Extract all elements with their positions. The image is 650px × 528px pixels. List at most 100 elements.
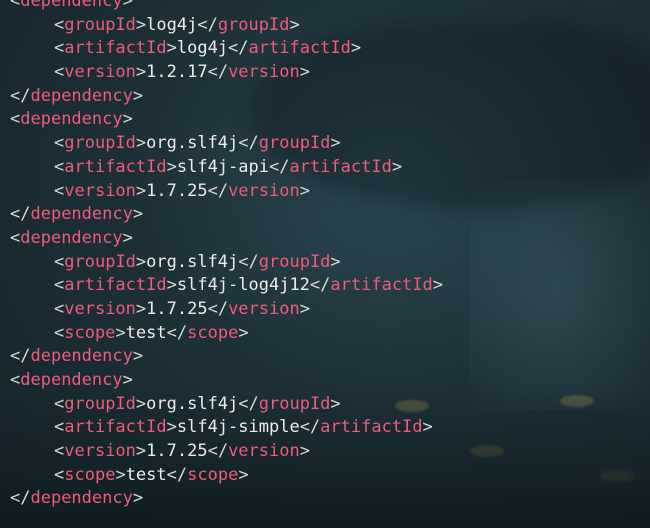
xml-tag-name: version bbox=[64, 298, 136, 319]
open-bracket: </ bbox=[309, 275, 331, 296]
close-bracket: > bbox=[135, 133, 147, 154]
close-bracket: > bbox=[115, 464, 126, 485]
code-line-version[interactable]: <version>1.7.25</version> bbox=[0, 440, 650, 464]
xml-tag-name: groupId bbox=[258, 133, 331, 154]
close-bracket: > bbox=[330, 393, 341, 414]
open-bracket: < bbox=[54, 322, 65, 343]
code-line-groupId[interactable]: <groupId>org.slf4j</groupId> bbox=[0, 132, 650, 156]
xml-tag-value: test bbox=[125, 322, 167, 343]
code-line-open-dependency[interactable]: <dependency> bbox=[0, 0, 650, 14]
open-bracket: </ bbox=[10, 488, 31, 509]
code-line-scope[interactable]: <scope>test</scope> bbox=[0, 464, 650, 488]
code-line-open-dependency[interactable]: <dependency> bbox=[0, 369, 650, 393]
close-bracket: > bbox=[122, 370, 133, 390]
close-bracket: > bbox=[122, 227, 133, 248]
open-bracket: < bbox=[54, 251, 65, 272]
xml-tag-value: log4j bbox=[176, 38, 229, 59]
close-bracket: > bbox=[330, 133, 341, 154]
code-line-artifactId[interactable]: <artifactId>log4j</artifactId> bbox=[0, 37, 650, 61]
close-bracket: > bbox=[238, 322, 249, 343]
open-bracket: </ bbox=[166, 464, 188, 485]
xml-tag-name: version bbox=[228, 441, 300, 462]
code-line-version[interactable]: <version>1.7.25</version> bbox=[0, 298, 650, 322]
xml-tag-name: dependency bbox=[30, 204, 133, 225]
close-bracket: > bbox=[238, 464, 249, 485]
code-line-close-dependency[interactable]: </dependency> bbox=[0, 345, 650, 369]
open-bracket: < bbox=[54, 417, 65, 438]
code-line-version[interactable]: <version>1.7.25</version> bbox=[0, 180, 650, 204]
close-bracket: > bbox=[135, 298, 147, 319]
xml-tag-name: version bbox=[228, 62, 300, 83]
xml-tag-name: scope bbox=[187, 322, 239, 343]
open-bracket: </ bbox=[268, 156, 290, 177]
xml-tag-name: version bbox=[228, 298, 300, 319]
code-line-groupId[interactable]: <groupId>org.slf4j</groupId> bbox=[0, 251, 650, 275]
code-line-close-dependency[interactable]: </dependency> bbox=[0, 203, 650, 227]
close-bracket: > bbox=[299, 180, 310, 201]
code-line-artifactId[interactable]: <artifactId>slf4j-api</artifactId> bbox=[0, 156, 650, 180]
close-bracket: > bbox=[135, 62, 147, 83]
close-bracket: > bbox=[132, 488, 144, 509]
xml-tag-name: scope bbox=[64, 322, 116, 343]
open-bracket: < bbox=[54, 180, 65, 201]
code-line-close-dependency[interactable]: </dependency> bbox=[0, 487, 650, 511]
xml-tag-name: artifactId bbox=[64, 275, 167, 296]
xml-tag-value: slf4j-api bbox=[176, 156, 269, 177]
xml-tag-value: org.slf4j bbox=[146, 133, 239, 154]
close-bracket: > bbox=[299, 441, 310, 462]
open-bracket: </ bbox=[207, 441, 229, 462]
xml-tag-name: artifactId bbox=[320, 417, 423, 438]
open-bracket: </ bbox=[207, 298, 229, 319]
close-bracket: > bbox=[330, 251, 341, 272]
xml-tag-name: dependency bbox=[30, 85, 133, 106]
open-bracket: < bbox=[54, 133, 65, 154]
xml-tag-name: groupId bbox=[258, 393, 331, 414]
close-bracket: > bbox=[166, 156, 177, 177]
open-bracket: < bbox=[54, 298, 65, 319]
close-bracket: > bbox=[132, 346, 144, 367]
close-bracket: > bbox=[135, 14, 147, 35]
close-bracket: > bbox=[135, 180, 147, 201]
xml-tag-name: artifactId bbox=[289, 156, 392, 177]
xml-tag-value: org.slf4j bbox=[146, 393, 239, 414]
code-line-artifactId[interactable]: <artifactId>slf4j-log4j12</artifactId> bbox=[0, 274, 650, 298]
close-bracket: > bbox=[350, 38, 362, 59]
close-bracket: > bbox=[289, 14, 300, 35]
xml-tag-value: 1.2.17 bbox=[146, 62, 208, 83]
open-bracket: < bbox=[10, 109, 21, 130]
close-bracket: > bbox=[115, 322, 126, 343]
code-line-groupId[interactable]: <groupId>org.slf4j</groupId> bbox=[0, 393, 650, 417]
open-bracket: </ bbox=[10, 85, 31, 106]
code-editor[interactable]: <dependency> <groupId>log4j</groupId> <art… bbox=[0, 0, 650, 511]
code-line-scope[interactable]: <scope>test</scope> bbox=[0, 322, 650, 346]
code-line-open-dependency[interactable]: <dependency> bbox=[0, 227, 650, 251]
open-bracket: < bbox=[54, 464, 65, 485]
xml-tag-name: dependency bbox=[20, 227, 123, 248]
code-line-groupId[interactable]: <groupId>log4j</groupId> bbox=[0, 14, 650, 38]
xml-tag-name: version bbox=[64, 62, 136, 83]
xml-tag-value: test bbox=[125, 464, 167, 485]
close-bracket: > bbox=[132, 204, 144, 225]
xml-tag-value: org.slf4j bbox=[146, 251, 239, 272]
xml-tag-name: artifactId bbox=[64, 417, 167, 438]
open-bracket: < bbox=[10, 227, 21, 248]
code-line-artifactId[interactable]: <artifactId>slf4j-simple</artifactId> bbox=[0, 416, 650, 440]
xml-tag-name: dependency bbox=[20, 109, 123, 130]
xml-tag-name: groupId bbox=[64, 393, 136, 414]
xml-tag-value: 1.7.25 bbox=[146, 441, 208, 462]
close-bracket: > bbox=[299, 298, 310, 319]
xml-tag-value: log4j bbox=[146, 14, 198, 35]
open-bracket: < bbox=[54, 14, 65, 35]
xml-tag-name: dependency bbox=[20, 0, 123, 11]
open-bracket: < bbox=[54, 38, 65, 59]
open-bracket: </ bbox=[207, 180, 229, 201]
open-bracket: </ bbox=[238, 251, 259, 272]
xml-tag-name: artifactId bbox=[64, 156, 167, 177]
xml-tag-name: version bbox=[64, 441, 136, 462]
open-bracket: </ bbox=[228, 38, 249, 59]
xml-tag-name: version bbox=[64, 180, 136, 201]
close-bracket: > bbox=[135, 393, 147, 414]
code-line-close-dependency[interactable]: </dependency> bbox=[0, 85, 650, 109]
code-line-open-dependency[interactable]: <dependency> bbox=[0, 108, 650, 132]
code-line-version[interactable]: <version>1.2.17</version> bbox=[0, 61, 650, 85]
